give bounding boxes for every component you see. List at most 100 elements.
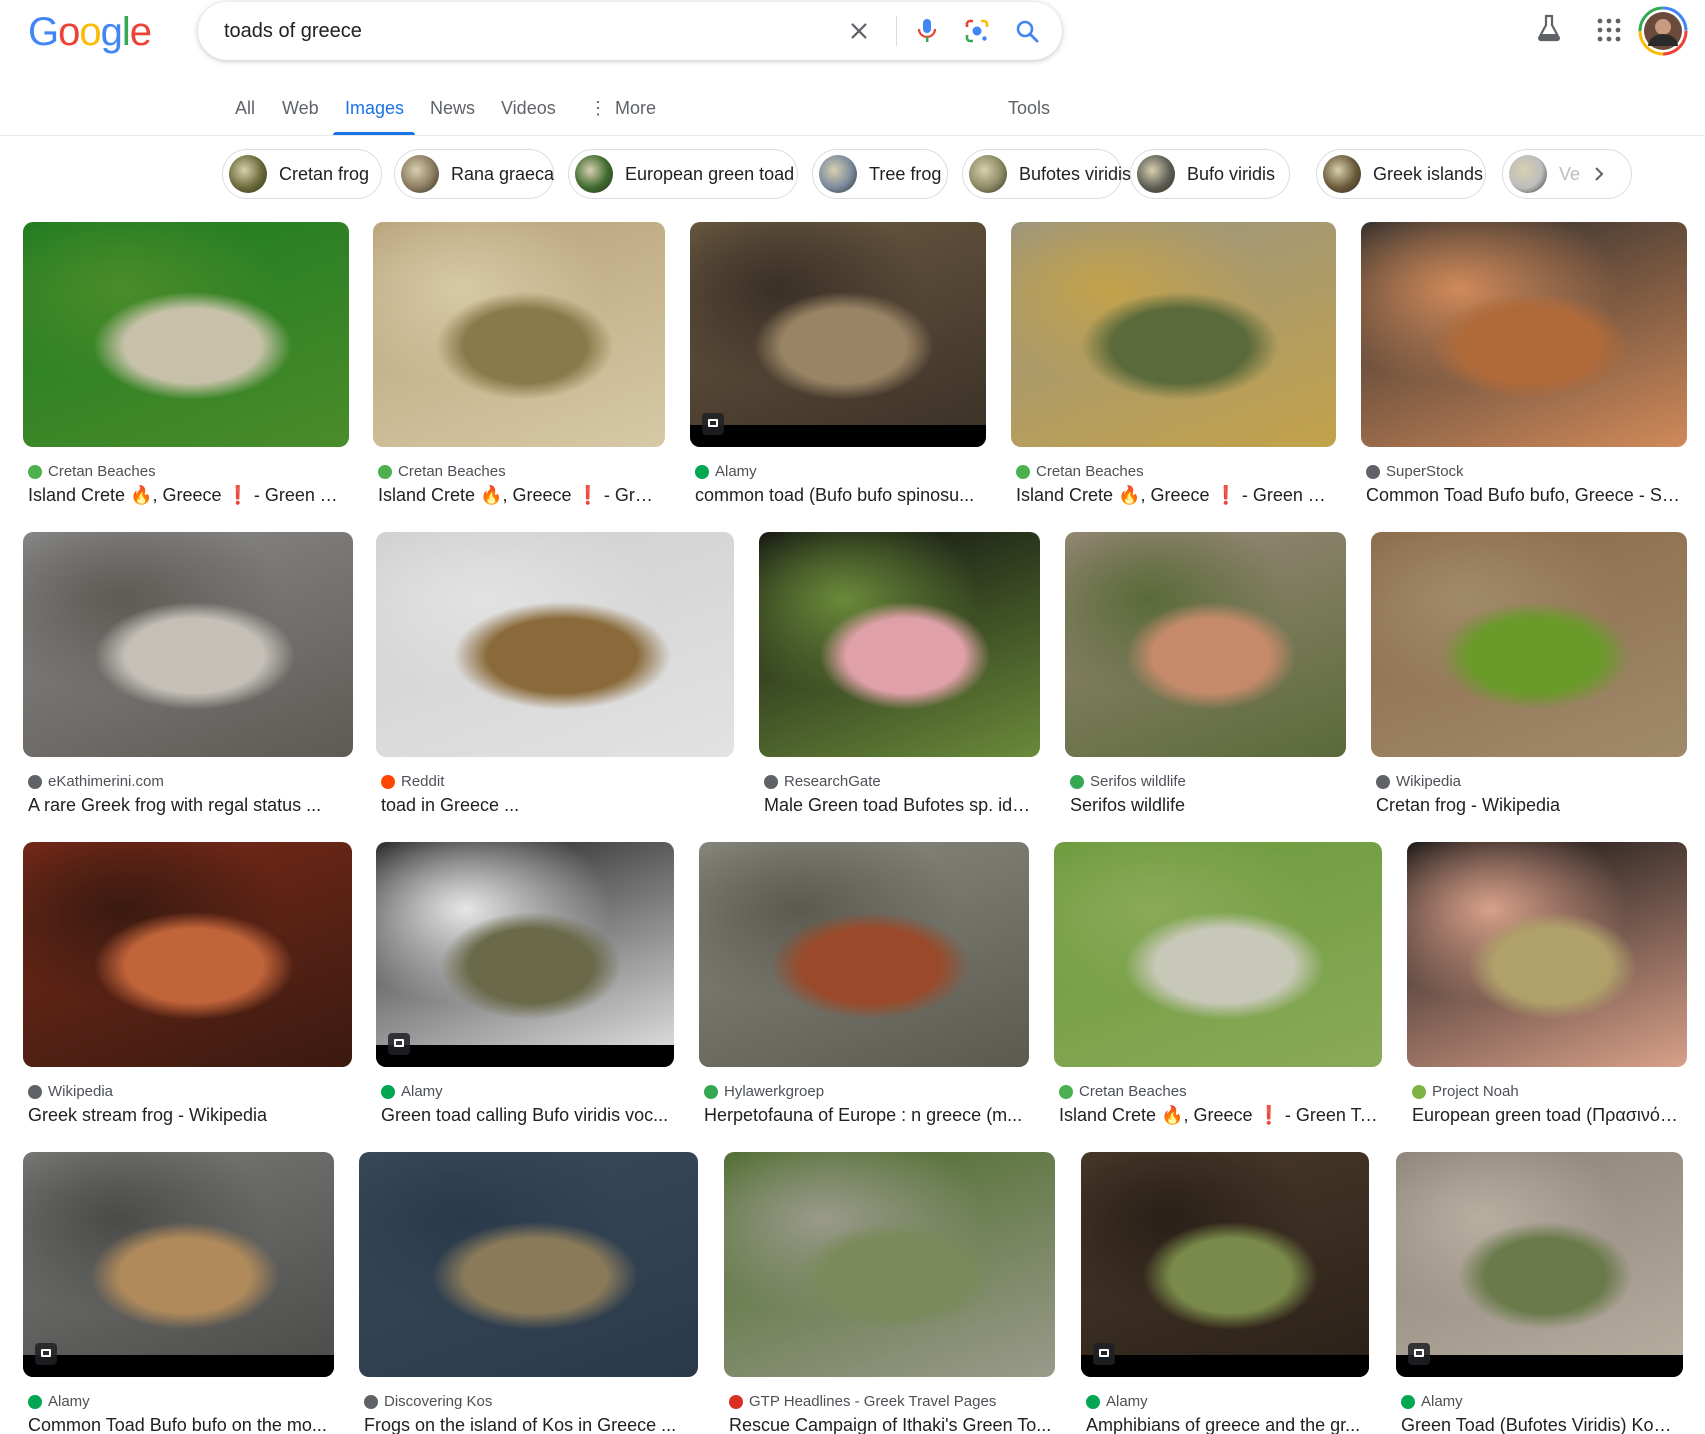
- related-chip[interactable]: Cretan frog: [222, 149, 382, 199]
- result-title[interactable]: Male Green toad Bufotes sp. ide...: [764, 795, 1037, 816]
- image-result[interactable]: Cretan Beaches Island Crete 🔥, Greece ❗ -…: [373, 222, 665, 537]
- related-chip[interactable]: Greek islands: [1316, 149, 1486, 199]
- result-thumbnail[interactable]: [373, 222, 665, 447]
- result-source[interactable]: eKathimerini.com: [28, 773, 164, 790]
- result-thumbnail[interactable]: [699, 842, 1029, 1067]
- result-thumbnail[interactable]: [23, 532, 353, 757]
- result-thumbnail[interactable]: [1011, 222, 1336, 447]
- tab-images[interactable]: Images: [345, 98, 404, 119]
- result-source[interactable]: Cretan Beaches: [1059, 1083, 1187, 1100]
- result-title[interactable]: Rescue Campaign of Ithaki's Green To...: [729, 1415, 1052, 1434]
- image-result[interactable]: Wikipedia Greek stream frog - Wikipedia: [23, 842, 352, 1157]
- result-source[interactable]: Discovering Kos: [364, 1393, 492, 1410]
- result-thumbnail[interactable]: [690, 222, 986, 447]
- result-thumbnail[interactable]: [376, 532, 734, 757]
- search-icon[interactable]: [1012, 16, 1042, 46]
- image-result[interactable]: Cretan Beaches Island Crete 🔥, Greece ❗ -…: [1011, 222, 1336, 537]
- image-result[interactable]: Wikipedia Cretan frog - Wikipedia: [1371, 532, 1687, 847]
- image-result[interactable]: GTP Headlines - Greek Travel Pages Rescue…: [724, 1152, 1055, 1434]
- result-source[interactable]: Alamy: [1086, 1393, 1148, 1410]
- image-result[interactable]: SuperStock Common Toad Bufo bufo, Greece …: [1361, 222, 1687, 537]
- apps-grid-icon[interactable]: [1597, 18, 1621, 47]
- result-source[interactable]: Alamy: [695, 463, 757, 480]
- result-title[interactable]: Island Crete 🔥, Greece ❗ - Green Toad: [1016, 485, 1333, 506]
- result-title[interactable]: toad in Greece ...: [381, 795, 731, 816]
- result-title[interactable]: Green Toad (Bufotes Viridis) Kos ...: [1401, 1415, 1680, 1434]
- result-source[interactable]: Cretan Beaches: [378, 463, 506, 480]
- result-source[interactable]: Alamy: [381, 1083, 443, 1100]
- image-result[interactable]: Serifos wildlife Serifos wildlife: [1065, 532, 1346, 847]
- search-box[interactable]: toads of greece: [198, 2, 1062, 60]
- result-source[interactable]: Alamy: [1401, 1393, 1463, 1410]
- result-thumbnail[interactable]: [759, 532, 1040, 757]
- result-source[interactable]: Cretan Beaches: [1016, 463, 1144, 480]
- image-result[interactable]: Project Noah European green toad (Πρασινό…: [1407, 842, 1687, 1157]
- image-result[interactable]: Alamy common toad (Bufo bufo spinosu...: [690, 222, 986, 537]
- result-source[interactable]: Wikipedia: [28, 1083, 113, 1100]
- result-source[interactable]: GTP Headlines - Greek Travel Pages: [729, 1393, 996, 1410]
- account-avatar[interactable]: [1638, 6, 1688, 61]
- result-title[interactable]: Frogs on the island of Kos in Greece ...: [364, 1415, 695, 1434]
- result-thumbnail[interactable]: [23, 222, 349, 447]
- related-chip[interactable]: Bufo viridis: [1130, 149, 1290, 199]
- image-result[interactable]: Alamy Common Toad Bufo bufo on the mo...: [23, 1152, 334, 1434]
- result-title[interactable]: Common Toad Bufo bufo on the mo...: [28, 1415, 331, 1434]
- image-result[interactable]: Reddit toad in Greece ...: [376, 532, 734, 847]
- result-title[interactable]: European green toad (Πρασινόφ...: [1412, 1105, 1684, 1126]
- result-source[interactable]: Hylawerkgroep: [704, 1083, 824, 1100]
- clear-icon[interactable]: [844, 16, 874, 46]
- result-thumbnail[interactable]: [359, 1152, 698, 1377]
- result-title[interactable]: Amphibians of greece and the gr...: [1086, 1415, 1366, 1434]
- search-input[interactable]: toads of greece: [224, 20, 362, 43]
- lens-icon[interactable]: [962, 16, 992, 46]
- result-thumbnail[interactable]: [1396, 1152, 1683, 1377]
- google-logo[interactable]: Google: [28, 10, 152, 55]
- result-thumbnail[interactable]: [1065, 532, 1346, 757]
- result-thumbnail[interactable]: [1407, 842, 1687, 1067]
- result-source[interactable]: Serifos wildlife: [1070, 773, 1186, 790]
- tab-more[interactable]: ⋮ More: [589, 98, 656, 119]
- result-title[interactable]: common toad (Bufo bufo spinosu...: [695, 485, 983, 506]
- result-source[interactable]: Reddit: [381, 773, 444, 790]
- image-result[interactable]: Discovering Kos Frogs on the island of Ko…: [359, 1152, 698, 1434]
- image-result[interactable]: Alamy Green Toad (Bufotes Viridis) Kos ..…: [1396, 1152, 1683, 1434]
- result-source[interactable]: SuperStock: [1366, 463, 1464, 480]
- related-chip[interactable]: Bufotes viridis: [962, 149, 1131, 199]
- result-source[interactable]: Project Noah: [1412, 1083, 1519, 1100]
- result-thumbnail[interactable]: [1054, 842, 1382, 1067]
- related-chip[interactable]: Tree frog: [812, 149, 948, 199]
- related-chip[interactable]: European green toad: [568, 149, 798, 199]
- result-title[interactable]: Herpetofauna of Europe : n greece (m...: [704, 1105, 1026, 1126]
- image-result[interactable]: Cretan Beaches Island Crete 🔥, Greece ❗ -…: [1054, 842, 1382, 1157]
- result-title[interactable]: Island Crete 🔥, Greece ❗ - Green Toad: [28, 485, 346, 506]
- mic-icon[interactable]: [912, 16, 942, 46]
- result-title[interactable]: Cretan frog - Wikipedia: [1376, 795, 1684, 816]
- image-result[interactable]: Cretan Beaches Island Crete 🔥, Greece ❗ -…: [23, 222, 349, 537]
- result-thumbnail[interactable]: [724, 1152, 1055, 1377]
- image-result[interactable]: ResearchGate Male Green toad Bufotes sp. …: [759, 532, 1040, 847]
- result-title[interactable]: A rare Greek frog with regal status ...: [28, 795, 350, 816]
- related-chip[interactable]: Rana graeca: [394, 149, 554, 199]
- result-thumbnail[interactable]: [376, 842, 674, 1067]
- labs-icon[interactable]: [1536, 14, 1562, 47]
- result-title[interactable]: Serifos wildlife: [1070, 795, 1343, 816]
- image-result[interactable]: eKathimerini.com A rare Greek frog with r…: [23, 532, 353, 847]
- result-thumbnail[interactable]: [1371, 532, 1687, 757]
- tab-news[interactable]: News: [430, 98, 475, 119]
- result-title[interactable]: Island Crete 🔥, Greece ❗ - Green Toad: [1059, 1105, 1379, 1126]
- result-source[interactable]: Wikipedia: [1376, 773, 1461, 790]
- result-thumbnail[interactable]: [1361, 222, 1687, 447]
- result-source[interactable]: Alamy: [28, 1393, 90, 1410]
- chevron-right-icon[interactable]: [1585, 160, 1613, 188]
- result-title[interactable]: Green toad calling Bufo viridis voc...: [381, 1105, 671, 1126]
- result-title[interactable]: Common Toad Bufo bufo, Greece - Su...: [1366, 485, 1684, 506]
- image-result[interactable]: Alamy Amphibians of greece and the gr...: [1081, 1152, 1369, 1434]
- result-title[interactable]: Island Crete 🔥, Greece ❗ - Green...: [378, 485, 662, 506]
- tab-web[interactable]: Web: [282, 98, 319, 119]
- image-result[interactable]: Alamy Green toad calling Bufo viridis voc…: [376, 842, 674, 1157]
- tools-button[interactable]: Tools: [1008, 98, 1050, 119]
- result-thumbnail[interactable]: [1081, 1152, 1369, 1377]
- result-source[interactable]: ResearchGate: [764, 773, 881, 790]
- result-thumbnail[interactable]: [23, 842, 352, 1067]
- tab-videos[interactable]: Videos: [501, 98, 556, 119]
